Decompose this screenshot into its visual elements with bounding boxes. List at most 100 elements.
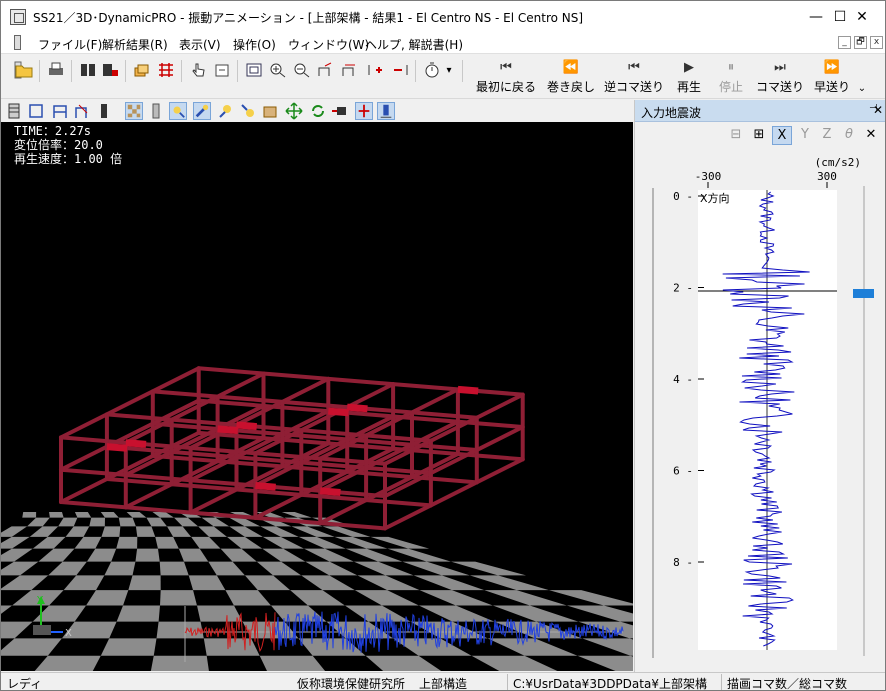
floor-tile: [298, 638, 366, 656]
elevation-view-icon[interactable]: [51, 102, 69, 120]
floor-tile: [1, 526, 28, 537]
mdi-restore-button[interactable]: 🗗: [854, 36, 867, 49]
stop-button[interactable]: ⏸ 停止: [711, 58, 751, 96]
status-path: C:¥UsrData¥3DDPData¥上部架構: [513, 677, 707, 691]
checker-floor-icon[interactable]: [125, 102, 143, 120]
scene-canvas: Y X: [1, 366, 633, 671]
floor-tile: [32, 536, 66, 549]
light-source-icon[interactable]: [217, 102, 235, 120]
plan-view-icon[interactable]: [27, 102, 45, 120]
animation-viewport[interactable]: Y X TIME：2.27s 変位倍率：20.0 再生速度：1.00 倍: [1, 122, 633, 671]
play-button[interactable]: ▶ 再生: [669, 58, 709, 96]
step-back-icon: ⏮: [628, 60, 640, 75]
rewind-button[interactable]: ⏪ 巻き戻し: [546, 58, 596, 96]
floor-tile: [566, 605, 633, 622]
fit-view-icon[interactable]: [245, 61, 263, 79]
camera-icon[interactable]: [331, 102, 349, 120]
zoom-out-icon[interactable]: [293, 61, 311, 79]
floor-tile: [58, 517, 78, 527]
floor-tile: [354, 590, 419, 606]
fast-forward-button[interactable]: ⏩ 早送り: [811, 58, 853, 96]
panel-tool-close-button[interactable]: ✕: [861, 126, 881, 145]
floor-tile: [487, 638, 578, 656]
floor-tile: [419, 590, 493, 606]
mdi-close-button[interactable]: x: [870, 36, 883, 49]
floor-tile: [413, 575, 485, 591]
floor-tile: [150, 655, 209, 671]
go-to-start-button[interactable]: ⏮ 最初に戻る: [476, 58, 536, 96]
plastic-hinge-mark: [457, 385, 479, 395]
x-tick-min: -300: [695, 170, 722, 183]
direction-theta-button[interactable]: θ: [839, 126, 859, 145]
layers-icon[interactable]: [133, 61, 151, 79]
section-view-icon[interactable]: [73, 102, 91, 120]
floor-tile: [198, 526, 227, 537]
ambient-light-icon[interactable]: [239, 102, 257, 120]
pointer-hand-icon[interactable]: [189, 61, 207, 79]
floor-tile: [146, 517, 167, 527]
pan-frame-icon[interactable]: [317, 61, 335, 79]
zoom-in-icon[interactable]: [269, 61, 287, 79]
menu-help[interactable]: ヘルプ, 解説書(H): [365, 36, 463, 53]
step-back-label: 逆コマ送り: [604, 80, 665, 94]
collapse-icon[interactable]: ⊟: [726, 126, 746, 145]
displacement-icon[interactable]: [355, 102, 373, 120]
floor-tile: [303, 548, 354, 562]
plastic-hinge-mark: [236, 421, 258, 431]
wall-view-icon[interactable]: [147, 102, 165, 120]
light-icon[interactable]: [169, 102, 187, 120]
expand-icon[interactable]: ⊞: [749, 126, 769, 145]
frame-red-icon[interactable]: [157, 61, 175, 79]
stopwatch-icon[interactable]: [423, 61, 441, 79]
close-button[interactable]: ✕: [839, 1, 885, 32]
step-forward-button[interactable]: ⏭ コマ送り: [756, 58, 804, 96]
open-folder-icon[interactable]: [15, 61, 33, 79]
add-node-icon[interactable]: [367, 61, 385, 79]
status-frames: 描画コマ数／総コマ数: [727, 677, 848, 691]
remove-node-icon[interactable]: [391, 61, 409, 79]
step-back-button[interactable]: ⏮ 逆コマ送り: [604, 58, 665, 96]
maximize-button[interactable]: ☐: [795, 1, 847, 32]
time-tick-label: 4 -: [673, 373, 693, 386]
floor-tile: [301, 575, 355, 591]
move-icon[interactable]: [285, 102, 303, 120]
floor-tile: [128, 575, 161, 591]
building-view-icon[interactable]: [5, 102, 23, 120]
floor-tile: [290, 590, 345, 606]
direction-z-button[interactable]: Z: [817, 126, 837, 145]
member-view-icon[interactable]: [95, 102, 113, 120]
fast-forward-label: 早送り: [813, 80, 850, 94]
menu-view[interactable]: 表示(V): [179, 36, 221, 53]
section-frame-icon[interactable]: [341, 61, 359, 79]
model-icon[interactable]: [377, 102, 395, 120]
floor-tile: [155, 536, 179, 549]
playback-more-icon[interactable]: ⌄: [856, 81, 868, 95]
menu-file[interactable]: ファイル(F): [38, 36, 102, 53]
rotate-view-icon[interactable]: [213, 61, 231, 79]
mdi-minimize-button[interactable]: _: [838, 36, 851, 49]
time-slider-thumb[interactable]: [853, 289, 874, 298]
floor-tile: [34, 655, 101, 671]
floor-tile: [65, 526, 90, 537]
floor-tile: [118, 517, 136, 527]
main-toolbar: ▾ ⏮ 最初に戻る ⏪ 巻き戻し ⏮ 逆コマ送り ▶ 再生 ⏸ 停止 ⏭ コマ送り ⏩ 早送り…: [1, 55, 885, 99]
time-tick-label: 2 -: [673, 282, 693, 295]
menu-window[interactable]: ウィンドウ(W): [288, 36, 369, 53]
direction-y-button[interactable]: Y: [795, 126, 815, 145]
spotlight-icon[interactable]: [193, 102, 211, 120]
menu-results[interactable]: 解析結果(R): [102, 36, 168, 53]
panel-close-button[interactable]: ✕: [873, 103, 883, 117]
copy-book-icon[interactable]: [79, 61, 97, 79]
print-icon[interactable]: [47, 61, 65, 79]
plastic-hinge-mark: [217, 425, 239, 435]
rotate-icon[interactable]: [309, 102, 327, 120]
floor-tile: [160, 590, 197, 606]
menu-operation[interactable]: 操作(O): [233, 36, 276, 53]
toolbar-dropdown-icon[interactable]: ▾: [444, 61, 454, 79]
texture-icon[interactable]: [261, 102, 279, 120]
floor-tile: [48, 561, 87, 576]
direction-label: X方向: [700, 191, 730, 205]
video-export-icon[interactable]: [101, 61, 119, 79]
toolbar-divider: [181, 60, 182, 82]
direction-x-button[interactable]: X: [772, 126, 792, 145]
